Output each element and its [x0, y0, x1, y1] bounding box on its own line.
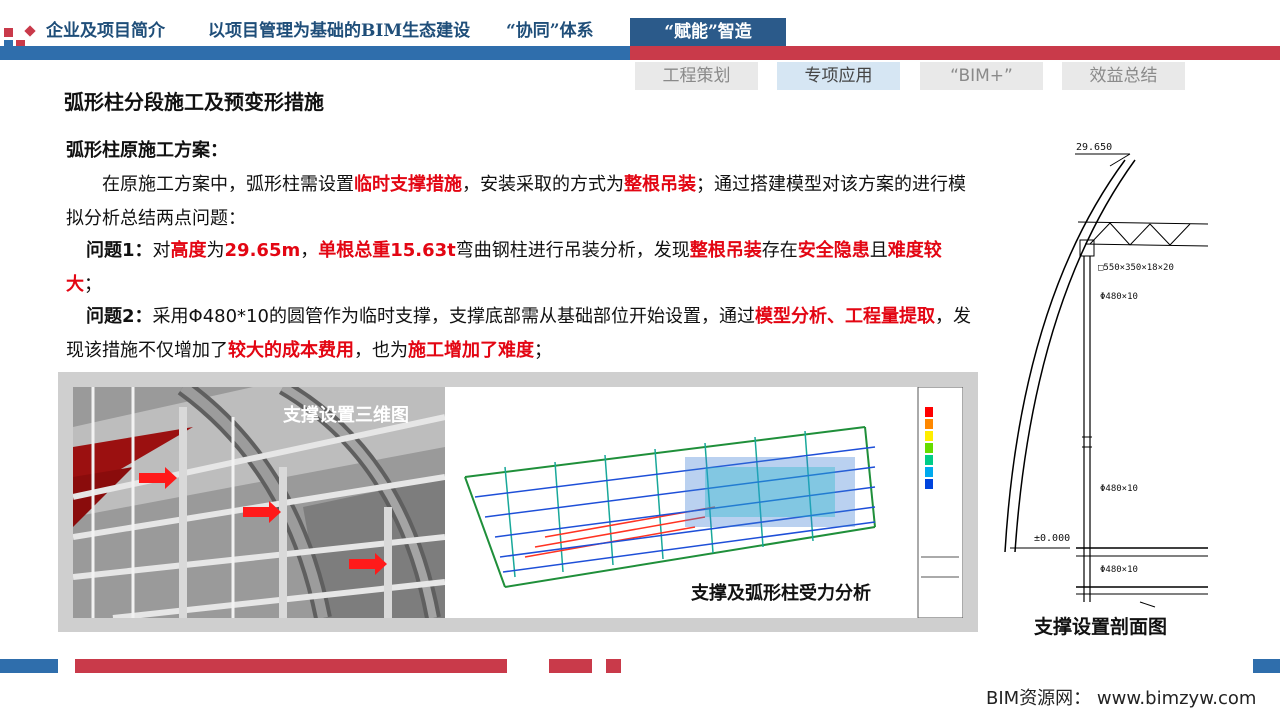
label-pipe-1: Φ480×10 [1100, 292, 1138, 302]
content-heading: 弧形柱原施工方案： [66, 140, 228, 161]
tab-bim-plus[interactable]: “BIM+” [920, 62, 1043, 90]
q1-text-b: 为 [206, 240, 225, 261]
nav-bim-ecosystem[interactable]: 以项目管理为基础的BIM生态建设 [208, 16, 470, 46]
q1-text-e: 存在 [761, 240, 798, 261]
q2-highlight-construction: 施工增加了难度 [408, 340, 534, 361]
caption-section: 支撑设置剖面图 [1034, 616, 1168, 638]
footer-bar-red-1 [75, 659, 507, 673]
p1-highlight-lift: 整根吊装 [624, 174, 696, 195]
q1-text-c: ， [300, 240, 319, 261]
q1-highlight-lift: 整根吊装 [689, 240, 762, 261]
label-pipe-2: Φ480×10 [1100, 484, 1138, 494]
diamond-icon [24, 25, 36, 37]
tab-special-application[interactable]: 专项应用 [777, 62, 900, 90]
nav-company-intro[interactable]: 企业及项目简介 [46, 16, 165, 46]
tab-planning[interactable]: 工程策划 [635, 62, 758, 90]
label-zero-elevation: ±0.000 [1034, 533, 1071, 544]
caption-3d-model: 支撑设置三维图 [283, 405, 409, 426]
problem-1: 问题1：对高度为29.65m，单根总重15.63t弯曲钢柱进行吊装分析，发现整根… [66, 234, 976, 302]
q2-highlight-cost: 较大的成本费用 [228, 340, 354, 361]
section-drawing [1004, 153, 1209, 608]
header-bar-red [630, 46, 1280, 60]
footer-bar-blue-left [0, 659, 58, 673]
q1-text-g: ； [84, 274, 102, 295]
label-top-elevation: 29.650 [1076, 142, 1113, 153]
header-bar-blue [0, 46, 630, 60]
caption-force-analysis: 支撑及弧形柱受力分析 [691, 583, 871, 604]
footer-bar-blue-right [1253, 659, 1280, 673]
support-3d-model-image: 支撑设置三维图 [73, 387, 445, 618]
label-beam-section: □550×350×18×20 [1098, 263, 1174, 273]
force-analysis-image: 支撑及弧形柱受力分析 [445, 387, 963, 618]
q1-highlight-height: 高度 [170, 240, 207, 261]
footer-credit: BIM资源网： www.bimzyw.com [986, 688, 1257, 709]
p1-text-b: ，安装采取的方式为 [462, 174, 624, 195]
nav-empower-active[interactable]: “赋能”智造 [630, 18, 786, 46]
q2-text-d: ； [534, 340, 552, 361]
p1-text-a: 在原施工方案中，弧形柱需设置 [102, 174, 354, 195]
q1-highlight-height-value: 29.65m [224, 240, 301, 261]
q2-text-c: ，也为 [354, 340, 408, 361]
q1-highlight-safety: 安全隐患 [797, 240, 870, 261]
q1-text-d: 弯曲钢柱进行吊装分析，发现 [455, 240, 690, 261]
footer-bar-red-3 [606, 659, 621, 673]
tab-benefit-summary[interactable]: 效益总结 [1062, 62, 1185, 90]
footer-bar-red-2 [549, 659, 592, 673]
q1-text-a: 对 [152, 240, 171, 261]
q1-label: 问题1： [86, 240, 153, 261]
q2-text-a: 采用Φ480*10的圆管作为临时支撑，支撑底部需从基础部位开始设置，通过 [152, 306, 755, 327]
problem-2: 问题2：采用Φ480*10的圆管作为临时支撑，支撑底部需从基础部位开始设置，通过… [66, 300, 976, 368]
p1-highlight-support: 临时支撑措施 [354, 174, 462, 195]
nav-collaboration[interactable]: “协同”体系 [506, 16, 594, 46]
paragraph-1: 在原施工方案中，弧形柱需设置临时支撑措施，安装采取的方式为整根吊装；通过搭建模型… [66, 168, 976, 236]
page-title: 弧形柱分段施工及预变形措施 [64, 90, 324, 114]
q1-highlight-weight: 单根总重15.63t [318, 240, 456, 261]
q1-text-f: 且 [869, 240, 888, 261]
q2-label: 问题2： [86, 306, 153, 327]
q2-highlight-model: 模型分析、工程量提取 [754, 306, 935, 327]
logo-square-1 [4, 28, 13, 37]
label-pipe-3: Φ480×10 [1100, 565, 1138, 575]
